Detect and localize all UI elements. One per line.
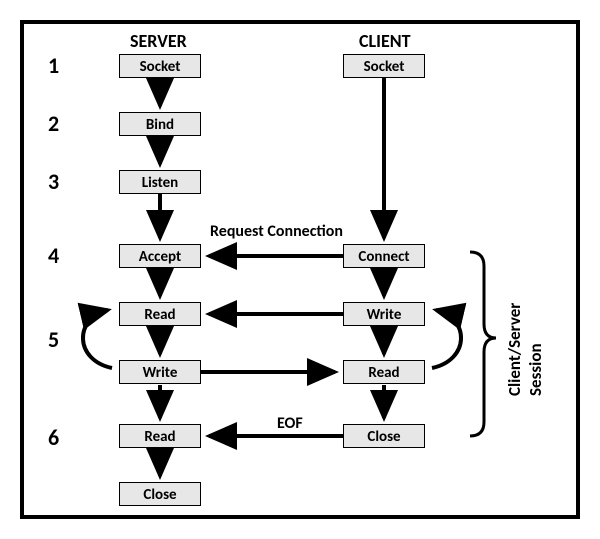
arrows-layer	[24, 24, 576, 515]
diagram-frame: SERVER CLIENT 1 2 3 4 5 6 Socket Bind Li…	[20, 20, 580, 519]
